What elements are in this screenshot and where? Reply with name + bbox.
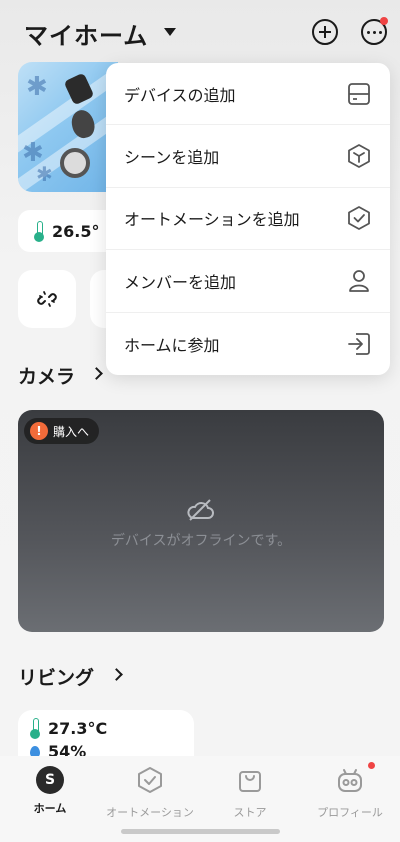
link-broken-icon (37, 291, 57, 307)
menu-item-add-device[interactable]: デバイスの追加 (106, 63, 390, 126)
menu-item-label: ホームに参加 (124, 335, 220, 355)
product-image (60, 148, 90, 178)
menu-item-label: デバイスの追加 (124, 85, 236, 105)
cloud-off-icon (187, 499, 214, 521)
buy-badge-label: 購入へ (53, 424, 90, 439)
palm-icon: ✱ (26, 72, 48, 102)
add-button[interactable] (312, 19, 338, 45)
section-title-camera[interactable]: カメラ (18, 362, 75, 389)
offline-message: デバイスがオフラインです。 (110, 533, 292, 549)
notification-dot (380, 17, 388, 25)
caret-down-icon[interactable] (164, 28, 176, 36)
home-indicator (121, 829, 280, 834)
scene-icon (348, 144, 370, 168)
profile-notification-dot (368, 762, 375, 769)
tab-label: オートメーション (106, 806, 194, 819)
chevron-right-icon[interactable] (110, 668, 123, 681)
link-tile[interactable] (18, 270, 76, 328)
thermometer-icon (34, 221, 44, 242)
temperature-widget[interactable]: 26.5° (18, 210, 118, 252)
shopping-bag-icon (239, 771, 261, 792)
promo-banner[interactable]: ✱ ✱ ✱ (18, 62, 118, 192)
living-temperature: 27.3°C (48, 718, 108, 738)
menu-item-add-automation[interactable]: オートメーションを追加 (106, 188, 390, 251)
home-avatar-icon: S (36, 766, 64, 794)
warning-icon: ! (30, 422, 48, 440)
menu-item-add-member[interactable]: メンバーを追加 (106, 250, 390, 313)
menu-item-label: メンバーを追加 (124, 272, 237, 292)
tab-automation[interactable]: オートメーション (100, 766, 200, 820)
tab-profile[interactable]: プロフィール (300, 766, 400, 820)
menu-item-join-home[interactable]: ホームに参加 (106, 313, 390, 375)
robot-icon (338, 769, 362, 792)
temperature-value: 26.5° (52, 221, 100, 241)
tab-label: プロフィール (317, 806, 383, 819)
palm-icon: ✱ (36, 162, 53, 186)
home-selector-title[interactable]: マイホーム (24, 16, 148, 51)
menu-item-label: オートメーションを追加 (124, 210, 300, 230)
tab-store[interactable]: ストア (200, 766, 300, 820)
login-icon (348, 332, 370, 355)
section-title-living[interactable]: リビング (18, 663, 94, 690)
top-header: マイホーム (0, 0, 400, 64)
menu-item-label: シーンを追加 (124, 148, 220, 168)
menu-item-add-scene[interactable]: シーンを追加 (106, 125, 390, 188)
device-add-icon (348, 82, 370, 105)
living-temperature-row: 27.3°C (30, 718, 108, 739)
buy-badge[interactable]: ! 購入へ (24, 418, 100, 444)
camera-card[interactable]: ! 購入へ デバイスがオフラインです。 (18, 410, 384, 632)
tab-label: ストア (233, 806, 267, 819)
chevron-right-icon[interactable] (90, 367, 103, 380)
automation-icon (348, 206, 370, 231)
add-menu-popover: デバイスの追加 シーンを追加 オートメーションを追加 メンバーを追加 ホームに参… (106, 63, 390, 375)
tab-home[interactable]: S ホーム (0, 766, 100, 816)
person-icon (349, 269, 369, 292)
automation-tab-icon (138, 767, 162, 793)
tab-label: ホーム (33, 802, 67, 815)
thermometer-icon (30, 718, 40, 739)
